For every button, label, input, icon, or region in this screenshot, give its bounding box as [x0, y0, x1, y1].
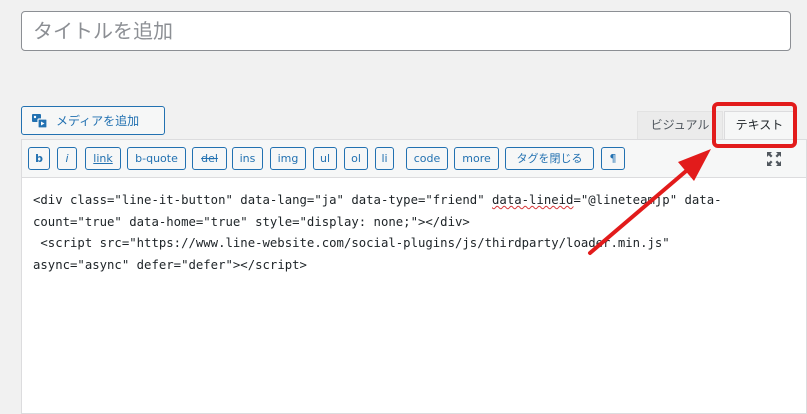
qt-img-button[interactable]: img: [270, 147, 306, 170]
editor-area: b i link b-quote del ins img ul ol li co…: [21, 139, 807, 414]
qt-del-button[interactable]: del: [192, 147, 227, 170]
code-line: async="async" defer="defer"></scr: [33, 257, 278, 272]
qt-dfw-button[interactable]: ¶: [601, 147, 625, 170]
qt-blockquote-button[interactable]: b-quote: [127, 147, 186, 170]
highlight-box: [712, 102, 797, 148]
qt-link-button[interactable]: link: [85, 147, 121, 170]
qt-italic-button[interactable]: i: [57, 147, 77, 170]
qt-ol-button[interactable]: ol: [344, 147, 368, 170]
add-media-button[interactable]: メディアを追加: [21, 106, 165, 135]
qt-ul-button[interactable]: ul: [313, 147, 337, 170]
qt-close-tags-button[interactable]: タグを閉じる: [505, 147, 594, 170]
qt-li-button[interactable]: li: [375, 147, 394, 170]
title-input[interactable]: タイトルを追加: [21, 11, 791, 51]
quicktags-toolbar: b i link b-quote del ins img ul ol li co…: [22, 140, 806, 178]
code-line: ="@lineteamjp" data-: [573, 193, 722, 207]
spellcheck-word: data-lineid: [492, 193, 574, 207]
code-line: ipt>: [277, 257, 307, 272]
tab-visual[interactable]: ビジュアル: [637, 111, 723, 139]
code-textarea[interactable]: <div class="line-it-button" data-lang="j…: [33, 190, 768, 276]
code-line: count="true" data-home="true" style="dis…: [33, 214, 470, 229]
code-line: <script src="https://www.line-website.co…: [33, 236, 670, 250]
qt-bold-button[interactable]: b: [28, 147, 50, 170]
qt-ins-button[interactable]: ins: [232, 147, 263, 170]
code-line: <div class="line-it-button" data-lang="j…: [33, 193, 493, 207]
fullscreen-icon[interactable]: [766, 151, 782, 167]
media-icon: [32, 113, 48, 129]
qt-more-button[interactable]: more: [454, 147, 499, 170]
qt-code-button[interactable]: code: [406, 147, 448, 170]
add-media-label: メディアを追加: [56, 114, 140, 128]
